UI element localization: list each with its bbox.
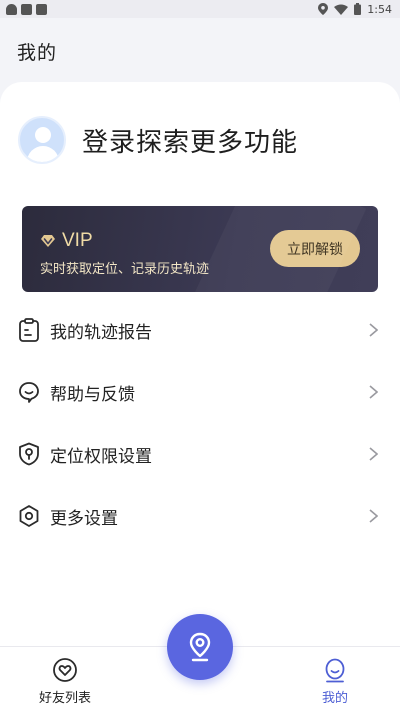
shield-location-icon (19, 442, 39, 466)
battery-icon (354, 3, 362, 15)
chevron-right-icon (369, 447, 378, 461)
wifi-icon (334, 4, 349, 15)
menu-item-location-permission[interactable]: 定位权限设置 (0, 430, 400, 478)
menu-item-track-report[interactable]: 我的轨迹报告 (0, 306, 400, 354)
menu-label-help-feedback: 帮助与反馈 (50, 384, 135, 405)
help-chat-icon (19, 382, 39, 403)
map-pin-icon (189, 632, 211, 662)
hexagon-settings-icon (19, 505, 39, 527)
chevron-right-icon (369, 323, 378, 337)
menu-item-more-settings[interactable]: 更多设置 (0, 492, 400, 540)
vip-description: 实时获取定位、记录历史轨迹 (40, 262, 210, 277)
nav-label-mine: 我的 (321, 691, 348, 706)
profile-login[interactable]: 登录探索更多功能 (18, 116, 298, 164)
menu-label-track-report: 我的轨迹报告 (50, 322, 152, 343)
vip-banner[interactable]: VIP 实时获取定位、记录历史轨迹 立即解锁 (22, 206, 378, 292)
vip-label: VIP (62, 230, 93, 251)
nav-tab-friends[interactable]: 好友列表 (25, 657, 105, 706)
vip-diamond-icon (41, 235, 55, 247)
location-icon (318, 3, 329, 15)
status-time: 1:54 (367, 2, 392, 16)
nav-tab-mine[interactable]: 我的 (295, 657, 375, 706)
sd-card-icon (21, 3, 32, 15)
center-map-button[interactable] (167, 614, 233, 680)
status-right: 1:54 (318, 3, 392, 16)
chevron-right-icon (369, 509, 378, 523)
report-clipboard-icon (19, 318, 39, 342)
menu-label-more-settings: 更多设置 (50, 508, 118, 529)
profile-face-icon (325, 658, 345, 683)
unlock-now-button[interactable]: 立即解锁 (270, 230, 360, 267)
status-left (6, 3, 47, 15)
avatar-placeholder-icon[interactable] (18, 116, 66, 164)
notification-icon (6, 3, 17, 15)
page-title: 我的 (17, 42, 58, 64)
login-prompt[interactable]: 登录探索更多功能 (82, 122, 298, 159)
vip-title-row: VIP (40, 230, 93, 252)
heart-friends-icon (53, 658, 77, 682)
menu-label-location-permission: 定位权限设置 (50, 446, 152, 467)
menu-item-help-feedback[interactable]: 帮助与反馈 (0, 368, 400, 416)
chevron-right-icon (369, 385, 378, 399)
nav-label-friends: 好友列表 (38, 691, 91, 706)
app-icon (36, 3, 47, 15)
status-bar: 1:54 (0, 0, 400, 18)
